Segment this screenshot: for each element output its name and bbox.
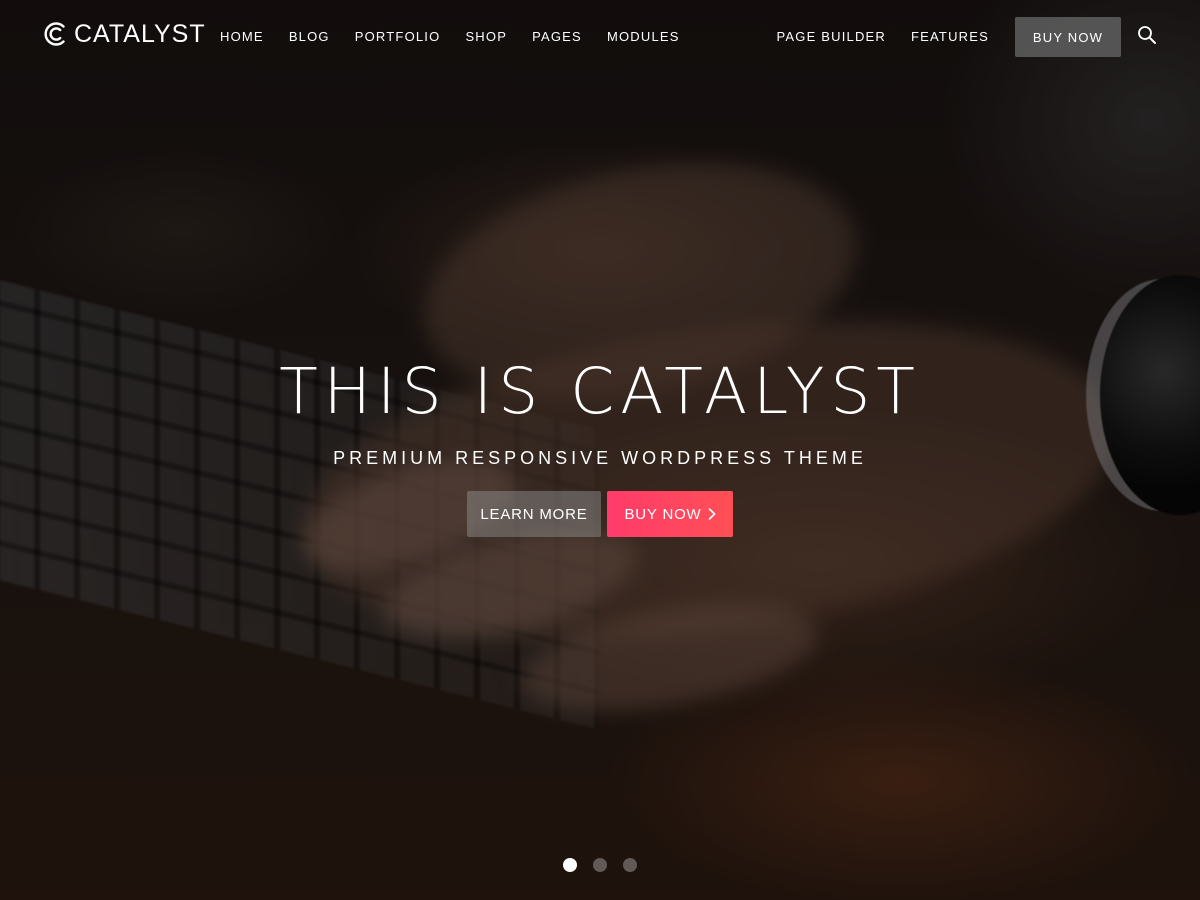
learn-more-button[interactable]: LEARN MORE [467,491,601,537]
buy-now-label: BUY NOW [624,505,702,523]
nav-item-features[interactable]: FEATURES [911,29,989,44]
brand-name: CATALYST [74,19,206,48]
slider-dot-2[interactable] [593,858,607,872]
header-buy-now-button[interactable]: BUY NOW [1015,17,1121,57]
nav-item-shop[interactable]: SHOP [465,29,507,44]
slider-dot-3[interactable] [623,858,637,872]
nav-item-page-builder[interactable]: PAGE BUILDER [776,29,886,44]
hero-buy-now-button[interactable]: BUY NOW [607,491,733,537]
nav-item-modules[interactable]: MODULES [607,29,680,44]
secondary-nav: PAGE BUILDER FEATURES [776,0,989,72]
nav-item-portfolio[interactable]: PORTFOLIO [355,29,441,44]
page: CATALYST HOME BLOG PORTFOLIO SHOP PAGES … [0,0,1200,900]
catalyst-c-logo-icon [44,22,65,46]
slider-dot-1[interactable] [563,858,577,872]
search-icon[interactable] [1137,25,1157,45]
nav-item-pages[interactable]: PAGES [532,29,582,44]
site-logo[interactable]: CATALYST [42,18,206,50]
slider-pagination [0,858,1200,872]
chevron-right-icon [708,508,715,520]
main-nav: HOME BLOG PORTFOLIO SHOP PAGES MODULES [220,0,705,72]
nav-item-home[interactable]: HOME [220,29,264,44]
hero-subtitle: PREMIUM RESPONSIVE WORDPRESS THEME [333,448,867,468]
learn-more-label: LEARN MORE [480,505,588,523]
hero-title: THIS IS CATALYST [279,355,921,428]
site-header: CATALYST HOME BLOG PORTFOLIO SHOP PAGES … [0,0,1200,72]
hero-button-group: LEARN MORE BUY NOW [0,491,1200,537]
nav-item-blog[interactable]: BLOG [289,29,330,44]
